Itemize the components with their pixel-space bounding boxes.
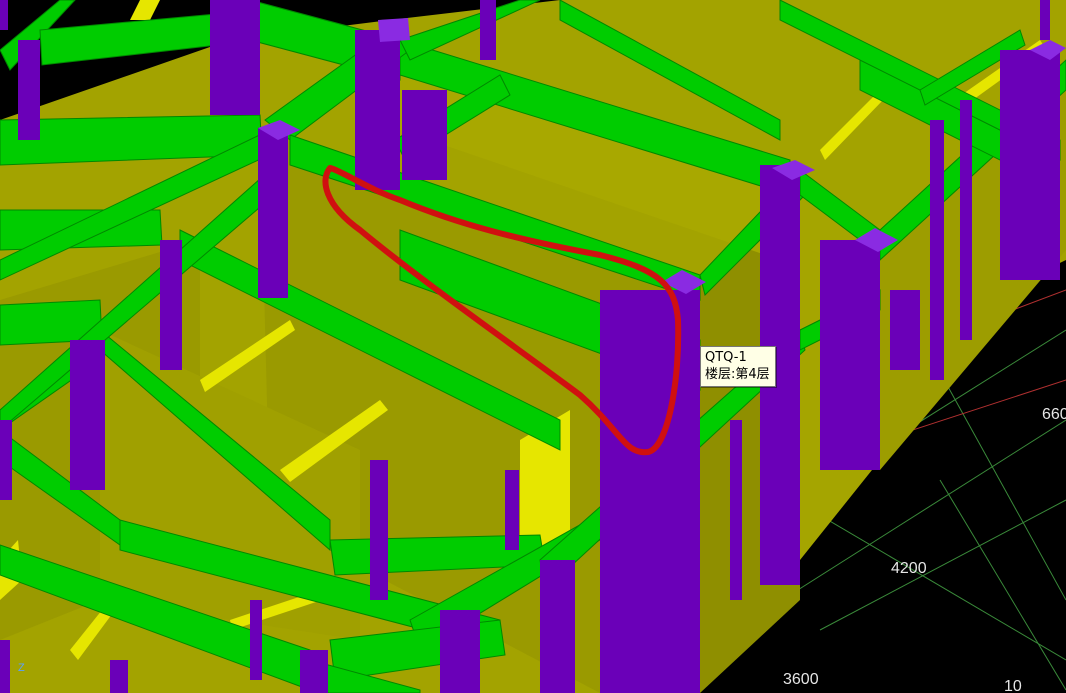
- column: [480, 0, 496, 60]
- tooltip-element-name: QTQ-1: [705, 350, 747, 365]
- dimension-label: 3600: [783, 671, 819, 688]
- column: [440, 610, 480, 693]
- column: [890, 290, 920, 370]
- column: [930, 120, 944, 380]
- 3d-structure-scene[interactable]: [0, 0, 1066, 693]
- dimension-label: 10: [1004, 678, 1022, 693]
- column: [110, 660, 128, 693]
- column: [1000, 50, 1060, 280]
- column: [250, 600, 262, 680]
- column: [0, 640, 10, 693]
- column: [378, 18, 410, 42]
- column: [540, 560, 575, 693]
- column: [640, 480, 652, 680]
- dimension-label: 660: [1042, 406, 1066, 423]
- column: [1040, 0, 1050, 40]
- column: [18, 40, 40, 140]
- grid-line: [939, 479, 1066, 691]
- axis-z-icon: Z: [18, 662, 25, 674]
- column: [505, 470, 519, 550]
- model-viewport[interactable]: 660 4200 3600 10 Z QTQ-1 楼层:第4层: [0, 0, 1066, 693]
- highlight-wall: [130, 0, 160, 20]
- column: [402, 90, 447, 180]
- column: [210, 0, 260, 115]
- column: [0, 420, 12, 500]
- element-tooltip: QTQ-1 楼层:第4层: [700, 346, 776, 387]
- dimension-label: 4200: [891, 560, 927, 577]
- tooltip-floor: 楼层:第4层: [705, 367, 770, 382]
- column: [820, 240, 880, 470]
- column: [300, 650, 328, 693]
- column: [160, 240, 182, 370]
- column: [258, 128, 288, 298]
- column: [70, 340, 105, 490]
- column: [730, 420, 742, 600]
- grid-line: [819, 499, 1066, 631]
- column: [355, 30, 400, 190]
- column: [960, 100, 972, 340]
- column: [370, 460, 388, 600]
- column: [0, 0, 8, 30]
